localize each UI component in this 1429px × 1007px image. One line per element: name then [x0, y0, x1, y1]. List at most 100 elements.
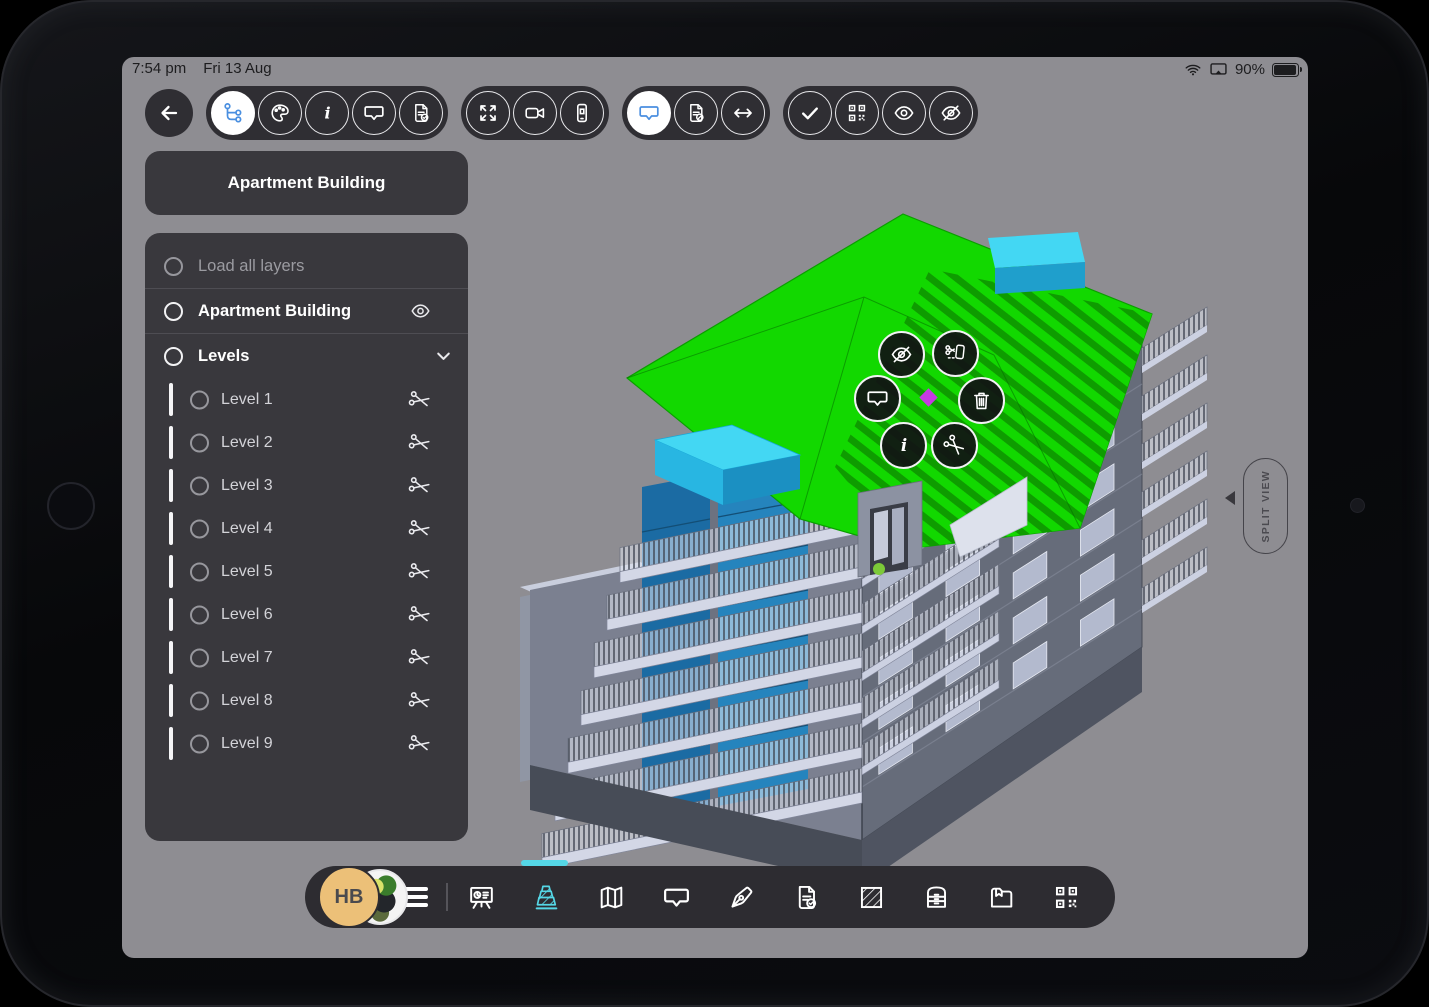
scissors-icon[interactable]: [404, 642, 434, 672]
level-label: Level 4: [221, 520, 273, 538]
buildings-icon: [531, 882, 562, 913]
level-indent-tick: [169, 684, 173, 717]
level-radio[interactable]: [190, 734, 209, 753]
level-indent-tick: [169, 598, 173, 631]
level-radio[interactable]: [190, 433, 209, 452]
level-radio[interactable]: [190, 390, 209, 409]
comment-icon: [865, 386, 890, 411]
info-icon: [891, 433, 916, 458]
rooftop-cyan-box-right: [988, 232, 1085, 294]
level-row[interactable]: Level 4: [145, 507, 468, 550]
layer-row-load-all[interactable]: Load all layers: [145, 244, 468, 288]
level-indent-tick: [169, 426, 173, 459]
level-label: Level 9: [221, 735, 273, 753]
chevron-down-icon[interactable]: [432, 345, 455, 368]
level-indent-tick: [169, 555, 173, 588]
scissors-icon[interactable]: [404, 685, 434, 715]
qr-code-icon: [1051, 882, 1082, 913]
radial-delete-button[interactable]: [958, 377, 1005, 424]
page-title: Apartment Building: [228, 173, 386, 193]
dock-item-buildings[interactable]: [524, 875, 568, 919]
map-icon: [596, 882, 627, 913]
app-screen: 7:54 pm Fri 13 Aug 90%: [122, 57, 1308, 958]
bezel-dot: [1350, 498, 1365, 513]
eye-icon[interactable]: [409, 300, 432, 323]
model-title-card[interactable]: Apartment Building: [145, 151, 468, 215]
radial-hide-button[interactable]: [878, 331, 925, 378]
level-row[interactable]: Level 1: [145, 378, 468, 421]
level-indent-tick: [169, 512, 173, 545]
avatar-initials: HB: [335, 886, 364, 909]
layer-row-levels[interactable]: Levels: [145, 334, 468, 378]
dock-item-map[interactable]: [589, 875, 633, 919]
dock-item-qr[interactable]: [1044, 875, 1088, 919]
level-row[interactable]: Level 3: [145, 464, 468, 507]
level-label: Level 5: [221, 563, 273, 581]
dock-item-presentation[interactable]: [459, 875, 503, 919]
comment-icon: [661, 882, 692, 913]
level-radio[interactable]: [190, 605, 209, 624]
scissors-icon[interactable]: [404, 599, 434, 629]
document-check-icon: [791, 882, 822, 913]
hatch-square-icon: [856, 882, 887, 913]
scissors-icon[interactable]: [404, 384, 434, 414]
level-row[interactable]: Level 8: [145, 679, 468, 722]
divider: [446, 883, 448, 911]
level-indent-tick: [169, 383, 173, 416]
level-radio[interactable]: [190, 691, 209, 710]
bottom-toolbar: HB: [305, 866, 1115, 928]
level-row[interactable]: Level 7: [145, 636, 468, 679]
level-label: Level 8: [221, 692, 273, 710]
radial-info-button[interactable]: [880, 422, 927, 469]
drawers-icon: [921, 882, 952, 913]
level-row[interactable]: Level 5: [145, 550, 468, 593]
dock-item-folder[interactable]: [979, 875, 1023, 919]
far-right-balconies: [1142, 307, 1207, 613]
avatar[interactable]: HB: [318, 866, 380, 928]
level-radio[interactable]: [190, 476, 209, 495]
trash-icon: [969, 388, 994, 413]
layers-panel: Load all layers Apartment Building Level…: [145, 233, 468, 841]
layer-row-apartment-building[interactable]: Apartment Building: [145, 289, 468, 333]
level-row[interactable]: Level 2: [145, 421, 468, 464]
active-tab-indicator: [521, 860, 568, 866]
split-view-label: SPLIT VIEW: [1260, 470, 1272, 543]
roof-dormer: [858, 481, 922, 577]
level-radio[interactable]: [190, 519, 209, 538]
level-label: Level 1: [221, 391, 273, 409]
front-camera: [47, 482, 95, 530]
level-radio[interactable]: [190, 648, 209, 667]
scissors-icon[interactable]: [404, 470, 434, 500]
radio-circle[interactable]: [164, 347, 183, 366]
dock-item-materials[interactable]: [849, 875, 893, 919]
level-radio[interactable]: [190, 562, 209, 581]
level-indent-tick: [169, 469, 173, 502]
radial-cut-button[interactable]: [931, 422, 978, 469]
level-row[interactable]: Level 9: [145, 722, 468, 765]
level-label: Level 3: [221, 477, 273, 495]
clip-plane-scissors-icon: [943, 341, 968, 366]
layer-label: Levels: [198, 347, 249, 366]
dock-item-archive[interactable]: [914, 875, 958, 919]
dock-item-pen[interactable]: [719, 875, 763, 919]
scissors-icon: [937, 428, 972, 463]
scissors-icon[interactable]: [404, 728, 434, 758]
level-row[interactable]: Level 6: [145, 593, 468, 636]
split-view-button[interactable]: SPLIT VIEW: [1243, 458, 1288, 554]
radial-comment-button[interactable]: [854, 375, 901, 422]
presentation-board-icon: [466, 882, 497, 913]
level-label: Level 2: [221, 434, 273, 452]
pen-icon: [726, 882, 757, 913]
dock-item-comments[interactable]: [654, 875, 698, 919]
eye-off-icon: [889, 342, 914, 367]
radio-circle[interactable]: [164, 257, 183, 276]
scissors-icon[interactable]: [404, 556, 434, 586]
radial-clip-plane-button[interactable]: [932, 330, 979, 377]
scissors-icon[interactable]: [404, 427, 434, 457]
dock-item-documents[interactable]: [784, 875, 828, 919]
scissors-icon[interactable]: [404, 513, 434, 543]
level-label: Level 6: [221, 606, 273, 624]
split-view-arrow-icon: [1225, 491, 1235, 505]
radio-circle[interactable]: [164, 302, 183, 321]
level-indent-tick: [169, 727, 173, 760]
